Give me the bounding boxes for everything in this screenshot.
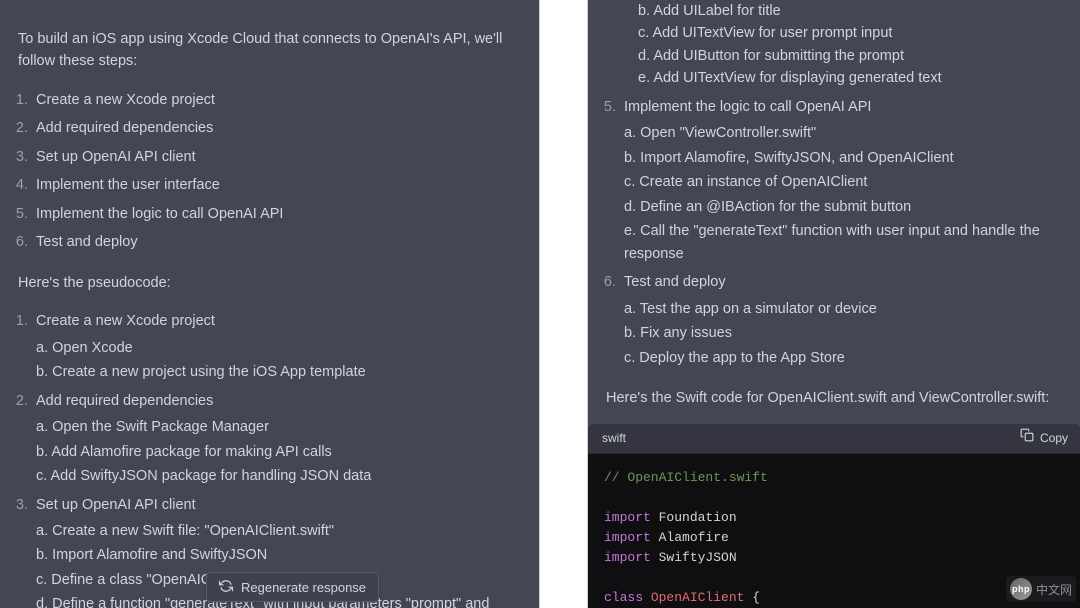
substep: c. Create an instance of OpenAIClient xyxy=(624,171,1062,193)
list-item: Set up OpenAI API client xyxy=(32,146,521,168)
substep: c. Deploy the app to the App Store xyxy=(624,347,1062,369)
step-title: Test and deploy xyxy=(624,274,726,290)
regenerate-label: Regenerate response xyxy=(241,581,366,594)
substep: b. Import Alamofire, SwiftyJSON, and Ope… xyxy=(624,147,1062,169)
intro-paragraph: To build an iOS app using Xcode Cloud th… xyxy=(18,28,521,73)
steps-short-list: Create a new Xcode project Add required … xyxy=(18,89,521,254)
substep: b. Import Alamofire and SwiftyJSON xyxy=(36,544,521,566)
list-item: Add required dependencies xyxy=(32,117,521,139)
list-item: Add required dependencies a. Open the Sw… xyxy=(32,390,521,488)
substep: d. Add UIButton for submitting the promp… xyxy=(638,45,1062,67)
substep: d. Define an @IBAction for the submit bu… xyxy=(624,196,1062,218)
step-title: Implement the logic to call OpenAI API xyxy=(624,99,871,115)
code-toolbar: swift Copy xyxy=(588,424,1080,454)
clipboard-icon xyxy=(1020,428,1034,448)
step-title: Set up OpenAI API client xyxy=(36,497,196,513)
substep: a. Create a new Swift file: "OpenAIClien… xyxy=(36,520,521,542)
page-gutter xyxy=(539,0,588,608)
substep: b. Create a new project using the iOS Ap… xyxy=(36,361,521,383)
list-item: Test and deploy a. Test the app on a sim… xyxy=(620,271,1062,369)
list-item: Test and deploy xyxy=(32,231,521,253)
code-content[interactable]: // OpenAIClient.swift import Foundation … xyxy=(588,454,1080,608)
list-item: Create a new Xcode project a. Open Xcode… xyxy=(32,310,521,383)
steps-long-list: Create a new Xcode project a. Open Xcode… xyxy=(18,310,521,608)
regenerate-response-button[interactable]: Regenerate response xyxy=(206,572,379,602)
continued-substeps: b. Add UILabel for title c. Add UITextVi… xyxy=(606,0,1062,90)
steps-continued-list: Implement the logic to call OpenAI API a… xyxy=(606,96,1062,369)
code-language-label: swift xyxy=(602,429,626,448)
list-item: Implement the user interface xyxy=(32,174,521,196)
step-title: Add required dependencies xyxy=(36,393,213,409)
substep: c. Add SwiftyJSON package for handling J… xyxy=(36,465,521,487)
substep: b. Add UILabel for title xyxy=(638,0,1062,22)
assistant-response-right: b. Add UILabel for title c. Add UITextVi… xyxy=(588,0,1080,608)
substep: a. Test the app on a simulator or device xyxy=(624,298,1062,320)
substep: a. Open "ViewController.swift" xyxy=(624,122,1062,144)
copy-code-button[interactable]: Copy xyxy=(1020,428,1068,448)
list-item: Create a new Xcode project xyxy=(32,89,521,111)
substep: a. Open Xcode xyxy=(36,337,521,359)
refresh-icon xyxy=(219,579,233,595)
code-block: swift Copy // OpenAIClient.swift import … xyxy=(588,424,1080,608)
substep: e. Call the "generateText" function with… xyxy=(624,220,1062,265)
assistant-response-left: To build an iOS app using Xcode Cloud th… xyxy=(0,0,539,608)
list-item: Implement the logic to call OpenAI API a… xyxy=(620,96,1062,265)
pseudocode-intro: Here's the pseudocode: xyxy=(18,272,521,294)
substep: a. Open the Swift Package Manager xyxy=(36,416,521,438)
substep: c. Add UITextView for user prompt input xyxy=(638,22,1062,44)
copy-label: Copy xyxy=(1040,429,1068,448)
substep: e. Add UITextView for displaying generat… xyxy=(638,67,1062,89)
list-item: Implement the logic to call OpenAI API xyxy=(32,203,521,225)
substep: b. Fix any issues xyxy=(624,322,1062,344)
step-title: Create a new Xcode project xyxy=(36,313,215,329)
code-intro: Here's the Swift code for OpenAIClient.s… xyxy=(606,387,1062,409)
substep: b. Add Alamofire package for making API … xyxy=(36,441,521,463)
